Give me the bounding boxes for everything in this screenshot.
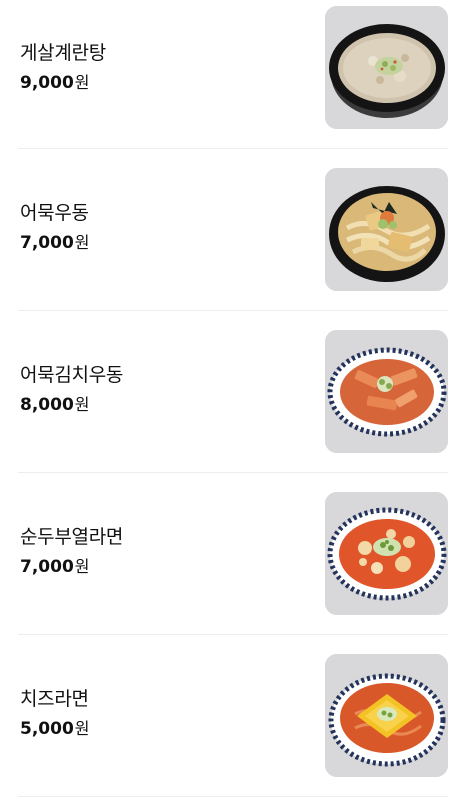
menu-item-photo[interactable] xyxy=(325,168,448,291)
price-unit: 원 xyxy=(74,557,90,576)
menu-item[interactable]: 게살계란탕 9,000원 xyxy=(18,0,448,149)
menu-item-name: 게살계란탕 xyxy=(20,42,106,64)
menu-item-price: 8,000원 xyxy=(20,393,123,417)
menu-item[interactable]: 어묵김치우동 8,000원 xyxy=(18,311,448,473)
menu-item-name: 어묵김치우동 xyxy=(20,364,124,386)
menu-item-price: 9,000원 xyxy=(20,71,106,95)
price-value: 8,000 xyxy=(20,395,74,415)
menu-item-info: 어묵김치우동 8,000원 xyxy=(20,362,123,417)
menu-item-price: 7,000원 xyxy=(20,231,90,255)
price-value: 5,000 xyxy=(20,719,74,739)
menu-item-photo[interactable] xyxy=(325,492,448,615)
menu-item-name: 치즈라면 xyxy=(20,688,89,710)
menu-item-info: 치즈라면 5,000원 xyxy=(20,686,90,741)
menu-item-name: 순두부열라면 xyxy=(20,526,124,548)
price-unit: 원 xyxy=(74,395,90,414)
menu-item[interactable]: 어묵우동 7,000원 xyxy=(18,149,448,311)
menu-item-price: 7,000원 xyxy=(20,555,123,579)
price-value: 7,000 xyxy=(20,233,74,253)
menu-item[interactable]: 치즈라면 5,000원 xyxy=(18,635,448,797)
price-value: 7,000 xyxy=(20,557,74,577)
menu-item-price: 5,000원 xyxy=(20,717,90,741)
price-unit: 원 xyxy=(74,233,90,252)
price-value: 9,000 xyxy=(20,73,74,93)
menu-item-info: 어묵우동 7,000원 xyxy=(20,200,90,255)
price-unit: 원 xyxy=(74,73,90,92)
menu-item-info: 게살계란탕 9,000원 xyxy=(20,40,106,95)
price-unit: 원 xyxy=(74,719,90,738)
menu-item-photo[interactable] xyxy=(325,6,448,129)
menu-item-name: 어묵우동 xyxy=(20,202,89,224)
menu-item-photo[interactable] xyxy=(325,654,448,777)
menu-item-info: 순두부열라면 7,000원 xyxy=(20,524,123,579)
menu-item[interactable]: 순두부열라면 7,000원 xyxy=(18,473,448,635)
menu-item-photo[interactable] xyxy=(325,330,448,453)
menu-list: 게살계란탕 9,000원 어묵우동 7,000원 어묵김치우동 8,000원 순… xyxy=(0,0,466,797)
